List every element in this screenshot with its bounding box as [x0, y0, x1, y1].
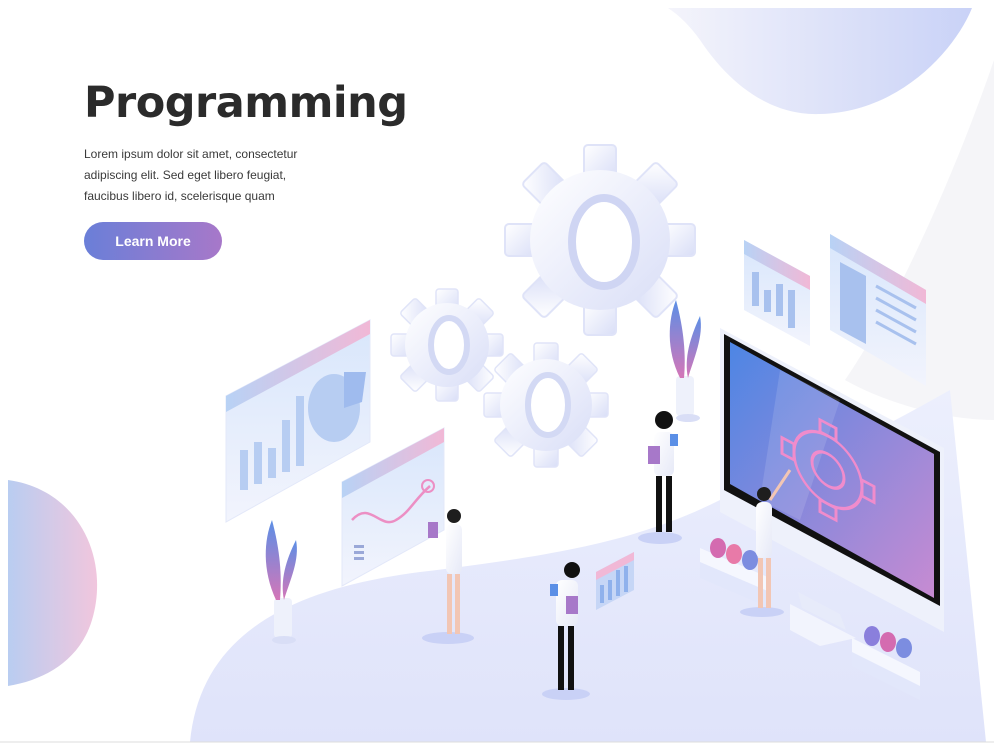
left-blob — [8, 480, 98, 686]
bar-chart-icon — [744, 240, 810, 346]
plant-icon — [669, 300, 701, 422]
learn-more-button[interactable]: Learn More — [84, 222, 222, 260]
landing-page: Programming Lorem ipsum dolor sit amet, … — [0, 0, 994, 754]
page-title: Programming — [84, 78, 408, 128]
gear-icon — [504, 144, 696, 336]
gear-icon — [483, 342, 609, 468]
line-chart-icon — [341, 427, 445, 587]
top-right-blob — [668, 8, 972, 115]
hero-description: Lorem ipsum dolor sit amet, consectetur … — [84, 147, 298, 203]
gear-icon — [390, 288, 504, 402]
